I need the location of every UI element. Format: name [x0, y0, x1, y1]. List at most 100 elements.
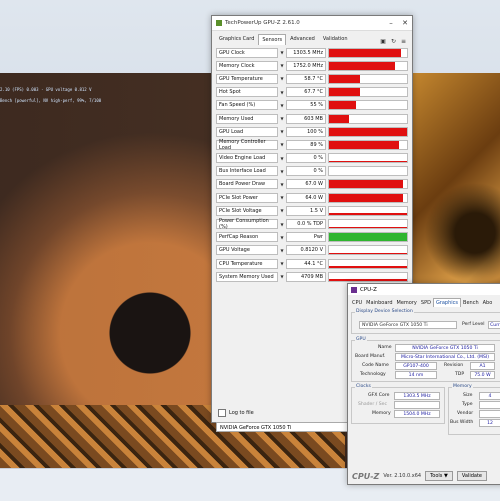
- menu-icon[interactable]: ≡: [401, 38, 406, 45]
- tdp-field: 75.0 W: [470, 371, 495, 379]
- tab-mainboard[interactable]: Mainboard: [364, 299, 394, 307]
- sensor-graph: [328, 219, 408, 230]
- sensor-name[interactable]: Fan Speed (%): [216, 100, 278, 111]
- sensor-value: 0.8120 V: [286, 245, 326, 256]
- sensor-value: 64.0 W: [286, 192, 326, 203]
- sensor-graph: [328, 166, 408, 177]
- sensor-row: Memory Clock ▼ 1752.0 MHz: [216, 59, 408, 72]
- name-field: NVIDIA GeForce GTX 1050 Ti: [395, 344, 495, 352]
- gfx-core-field: 1303.5 MHz: [394, 392, 440, 400]
- sensor-row: CPU Temperature ▼ 44.1 °C: [216, 257, 408, 270]
- tools-button[interactable]: Tools ▼: [425, 471, 453, 481]
- chevron-down-icon[interactable]: ▼: [278, 142, 286, 147]
- sensor-graph: [328, 126, 408, 137]
- sensor-name[interactable]: PCIe Slot Voltage: [216, 205, 278, 216]
- chevron-down-icon[interactable]: ▼: [278, 129, 286, 134]
- sensor-name[interactable]: Bus Interface Load: [216, 166, 278, 177]
- chevron-down-icon[interactable]: ▼: [278, 76, 286, 81]
- sensor-value: Pwr: [286, 232, 326, 243]
- gpuz-app-icon: [216, 20, 222, 26]
- sensor-name[interactable]: CPU Temperature: [216, 258, 278, 269]
- tab-sensors[interactable]: Sensors: [258, 34, 287, 45]
- sensor-graph: [328, 47, 408, 58]
- sensor-graph: [328, 153, 408, 164]
- sensor-graph-fill: [329, 101, 357, 110]
- sensor-name[interactable]: GPU Temperature: [216, 73, 278, 84]
- clocks-group-label: Clocks: [355, 384, 372, 389]
- chevron-down-icon[interactable]: ▼: [278, 222, 286, 227]
- sensor-name[interactable]: PerfCap Reason: [216, 232, 278, 243]
- device-select[interactable]: NVIDIA GeForce GTX 1050 Ti: [359, 321, 457, 329]
- tab-graphics-card[interactable]: Graphics Card: [215, 33, 258, 45]
- sensor-name[interactable]: GPU Voltage: [216, 245, 278, 256]
- log-to-file-checkbox[interactable]: [218, 409, 226, 417]
- sensor-graph-fill: [329, 127, 407, 136]
- chevron-down-icon[interactable]: ▼: [278, 90, 286, 95]
- tab-validation[interactable]: Validation: [319, 33, 352, 45]
- tab-advanced[interactable]: Advanced: [286, 33, 319, 45]
- tab-cpu[interactable]: CPU: [350, 299, 364, 307]
- sensor-row: PCIe Slot Voltage ▼ 1.5 V: [216, 204, 408, 217]
- sensor-row: GPU Load ▼ 100 %: [216, 125, 408, 138]
- sensor-graph-fill: [329, 266, 407, 268]
- cpuz-titlebar[interactable]: CPU-Z: [348, 284, 500, 295]
- sensor-row: System Memory Used ▼ 4709 MB: [216, 270, 408, 283]
- sensor-name[interactable]: GPU Load: [216, 126, 278, 137]
- cpuz-version: Ver. 2.10.0.x64: [383, 473, 422, 479]
- sensor-graph-fill: [329, 180, 404, 189]
- sensor-name[interactable]: GPU Clock: [216, 47, 278, 58]
- sensor-graph: [328, 232, 408, 243]
- sensor-graph-fill: [329, 48, 401, 57]
- gpu-select-value: NVIDIA GeForce GTX 1050 Ti: [220, 425, 292, 431]
- sensor-row: Bus Interface Load ▼ 0 %: [216, 165, 408, 178]
- sensor-name[interactable]: Memory Clock: [216, 60, 278, 71]
- tab-spd[interactable]: SPD: [419, 299, 433, 307]
- chevron-down-icon[interactable]: ▼: [278, 235, 286, 240]
- tab-bench[interactable]: Bench: [461, 299, 481, 307]
- minimize-icon[interactable]: –: [384, 19, 398, 27]
- tab-about[interactable]: Abo: [481, 299, 495, 307]
- size-label: Size: [463, 393, 473, 398]
- refresh-icon[interactable]: ↻: [391, 38, 396, 45]
- sensor-name[interactable]: PCIe Slot Power: [216, 192, 278, 203]
- sensor-name[interactable]: Memory Used: [216, 113, 278, 124]
- camera-icon[interactable]: ▣: [380, 38, 386, 45]
- chevron-down-icon[interactable]: ▼: [278, 182, 286, 187]
- chevron-down-icon[interactable]: ▼: [278, 169, 286, 174]
- perf-level-select[interactable]: Curr: [488, 321, 500, 329]
- sensor-row: Fan Speed (%) ▼ 55 %: [216, 99, 408, 112]
- sensor-graph-fill: [329, 88, 361, 97]
- chevron-down-icon[interactable]: ▼: [278, 195, 286, 200]
- close-icon[interactable]: ✕: [398, 19, 412, 27]
- sensor-value: 67.7 °C: [286, 87, 326, 98]
- tab-graphics[interactable]: Graphics: [432, 298, 462, 307]
- sensor-name[interactable]: Power Consumption (%): [216, 218, 278, 230]
- sensor-name[interactable]: Video Engine Load: [216, 153, 278, 164]
- revision-label: Revision: [444, 363, 464, 368]
- sensor-graph-fill: [329, 226, 407, 229]
- chevron-down-icon[interactable]: ▼: [278, 156, 286, 161]
- chevron-down-icon[interactable]: ▼: [278, 208, 286, 213]
- chevron-down-icon[interactable]: ▼: [278, 50, 286, 55]
- chevron-down-icon[interactable]: ▼: [278, 116, 286, 121]
- gpuz-titlebar[interactable]: TechPowerUp GPU-Z 2.61.0 – ✕: [212, 16, 412, 31]
- chevron-down-icon[interactable]: ▼: [278, 248, 286, 253]
- sensor-name[interactable]: Board Power Draw: [216, 179, 278, 190]
- tdp-label: TDP: [455, 372, 465, 377]
- chevron-down-icon[interactable]: ▼: [278, 261, 286, 266]
- chevron-down-icon[interactable]: ▼: [278, 274, 286, 279]
- osd-line-1: 2.10 (FPS) 0.003 · GPU voltage 0.812 V: [0, 87, 92, 92]
- vendor-label: Vendor: [457, 411, 474, 416]
- sensor-graph-fill: [329, 74, 361, 83]
- validate-button[interactable]: Validate: [456, 471, 487, 481]
- shader-label: Shader / Sec: [358, 402, 388, 407]
- sensor-graph: [328, 179, 408, 190]
- chevron-down-icon[interactable]: ▼: [278, 63, 286, 68]
- sensor-name[interactable]: Hot Spot: [216, 87, 278, 98]
- sensor-graph-fill: [329, 161, 407, 163]
- sensor-name[interactable]: System Memory Used: [216, 271, 278, 282]
- log-to-file[interactable]: Log to file: [218, 409, 254, 417]
- chevron-down-icon[interactable]: ▼: [278, 103, 286, 108]
- sensor-name[interactable]: Memory Controller Load: [216, 139, 278, 151]
- tab-memory[interactable]: Memory: [395, 299, 419, 307]
